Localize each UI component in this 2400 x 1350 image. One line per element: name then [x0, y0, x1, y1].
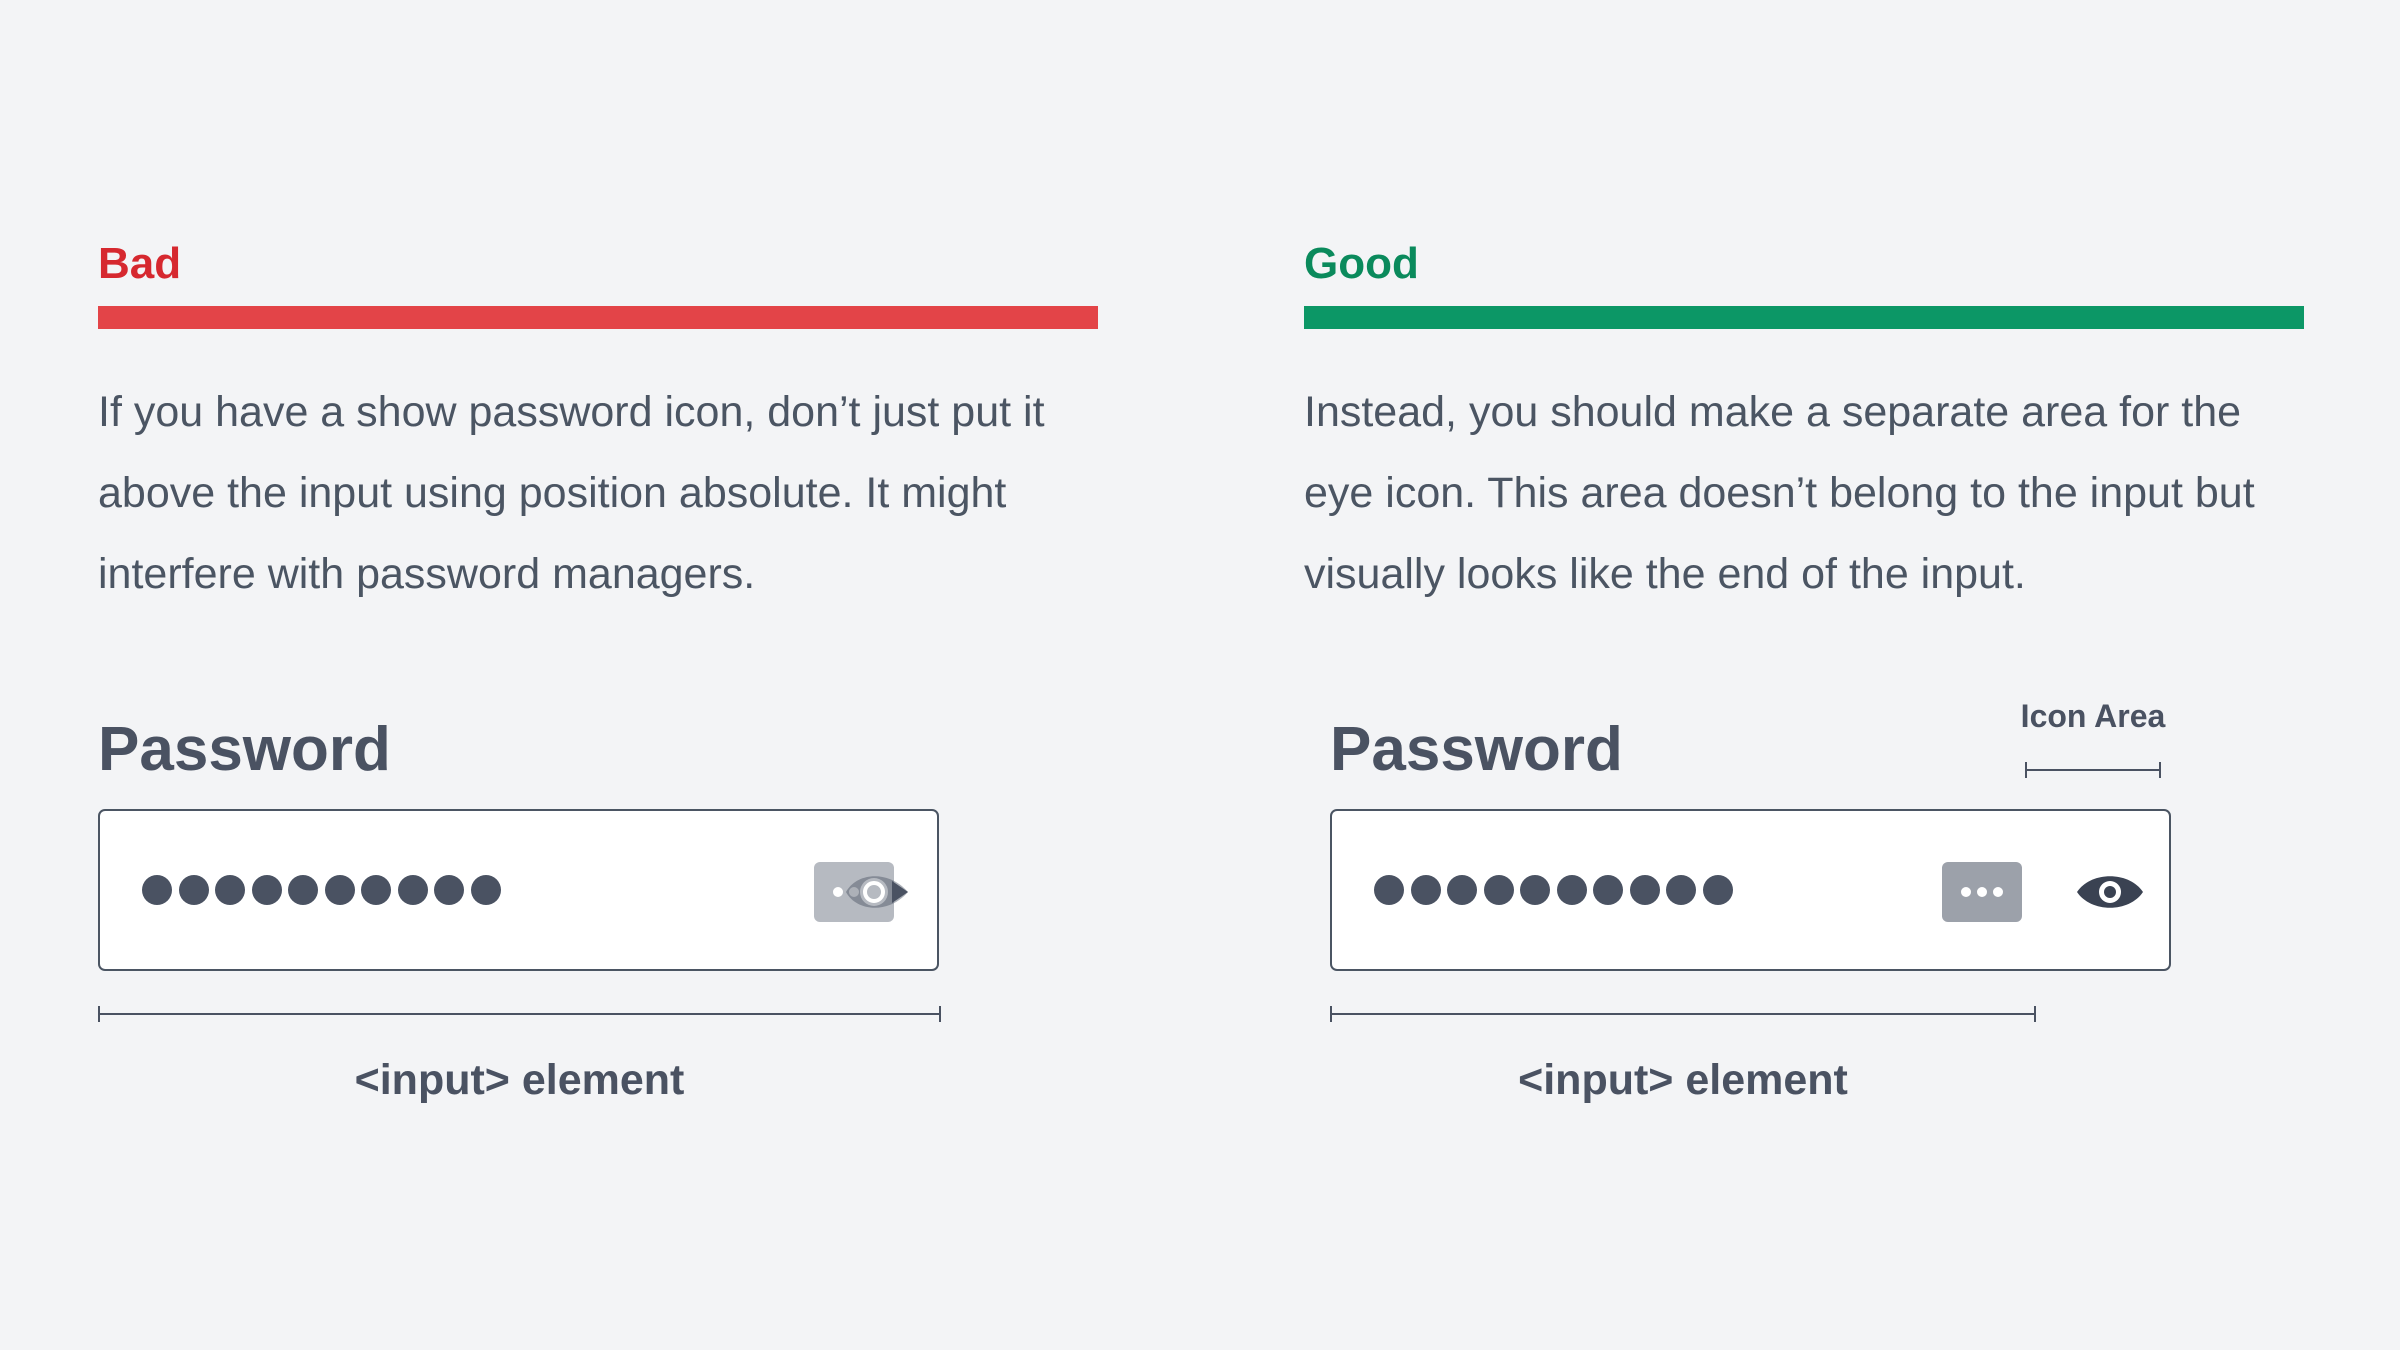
password-input[interactable]: [1330, 809, 2171, 971]
password-label: Password: [98, 715, 391, 784]
password-dot: [178, 875, 209, 905]
bad-heading: Bad: [98, 239, 182, 288]
password-dot: [1447, 875, 1477, 905]
password-manager-dot: [1961, 887, 1971, 897]
bad-divider-bar: [98, 306, 1098, 329]
input-dimension-label: <input> element: [354, 1056, 685, 1104]
bad-description-line: interfere with password managers.: [98, 550, 756, 598]
eye-icon[interactable]: [844, 867, 910, 917]
password-dot: [1702, 875, 1733, 905]
input-dimension-line: [98, 1006, 941, 1022]
password-dot: [397, 875, 428, 905]
password-dot: [470, 875, 501, 905]
icon-area-dimension-line: [2025, 762, 2161, 778]
password-manager-dot: [1993, 887, 2003, 897]
password-dot: [1556, 875, 1587, 905]
password-dot: [324, 875, 355, 905]
eye-icon[interactable]: [2075, 869, 2145, 915]
password-dot: [434, 875, 464, 905]
good-description-line: eye icon. This area doesn’t belong to th…: [1304, 469, 2255, 517]
password-dot: [1374, 875, 1404, 905]
password-dot: [1666, 875, 1696, 905]
password-input[interactable]: [98, 809, 939, 971]
password-manager-dot: [1977, 887, 1987, 897]
good-heading: Good: [1304, 239, 1419, 288]
password-dot: [1520, 875, 1550, 905]
password-mask: [1374, 875, 1733, 905]
bad-description-line: If you have a show password icon, don’t …: [98, 388, 1045, 436]
good-description: Instead, you should make a separate area…: [1304, 372, 2314, 615]
bad-description-line: above the input using position absolute.…: [98, 469, 1007, 517]
password-dot: [251, 875, 282, 905]
password-manager-icon[interactable]: [1942, 862, 2022, 922]
bad-description: If you have a show password icon, don’t …: [98, 372, 1108, 615]
password-dot: [1629, 875, 1660, 905]
password-dot: [361, 875, 391, 905]
good-description-line: visually looks like the end of the input…: [1304, 550, 2026, 598]
input-dimension-line: [1330, 1006, 2036, 1022]
password-label: Password: [1330, 715, 1623, 784]
input-dimension-label: <input> element: [1518, 1056, 1848, 1104]
bad-example: Bad If you have a show password icon, do…: [98, 0, 1098, 1350]
icon-area-label: Icon Area: [2020, 698, 2166, 734]
password-dot: [215, 875, 245, 905]
good-example: Good Instead, you should make a separate…: [1304, 0, 2304, 1350]
good-divider-bar: [1304, 306, 2304, 329]
password-dot: [1483, 875, 1514, 905]
password-dot: [1410, 875, 1441, 905]
good-description-line: Instead, you should make a separate area…: [1304, 388, 2242, 436]
password-dot: [142, 875, 172, 905]
password-manager-dot: [833, 887, 843, 897]
password-dot: [1593, 875, 1623, 905]
password-mask: [142, 875, 501, 905]
password-dot: [288, 875, 318, 905]
